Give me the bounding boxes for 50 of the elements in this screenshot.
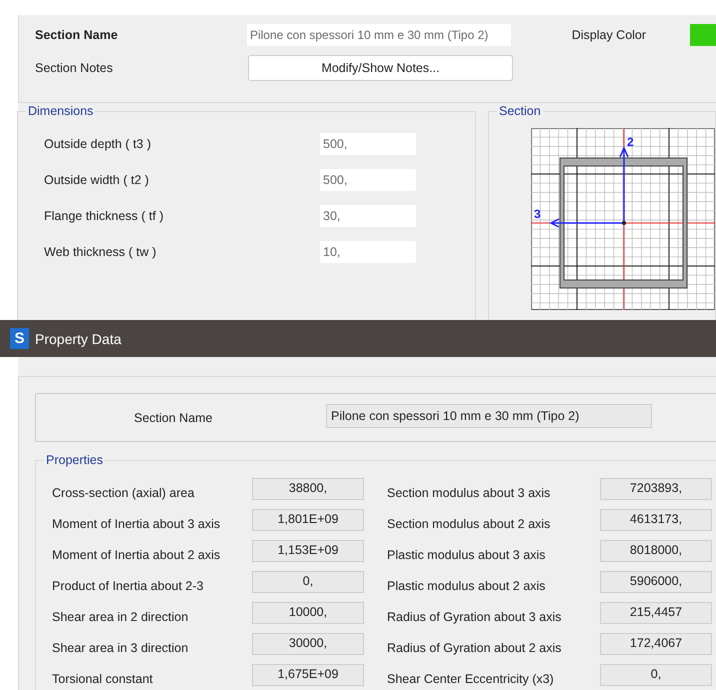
group-title: Properties — [44, 453, 105, 467]
property-value: 5906000, — [600, 570, 712, 592]
property-value: 172,4067 — [600, 632, 712, 654]
dimension-field[interactable]: 30, — [320, 205, 416, 227]
property-value: 8018000, — [600, 540, 712, 562]
property-label: Cross-section (axial) area — [52, 484, 196, 500]
notes-button[interactable]: Modify/Show Notes... — [248, 55, 513, 81]
section-drawing: 2 3 — [531, 128, 715, 310]
dimension-field[interactable]: 500, — [320, 169, 416, 191]
window-title: Property Data — [35, 330, 122, 346]
section-name-label: Section Name — [134, 410, 214, 424]
property-value: 215,4457 — [600, 602, 712, 624]
dimension-label: Outside width ( t2 ) — [44, 173, 150, 187]
display-color-label: Display Color — [572, 28, 648, 42]
property-label: Moment of Inertia about 3 axis — [52, 516, 222, 530]
section-name-field[interactable]: Pilone con spessori 10 mm e 30 mm (Tipo 2) — [246, 24, 511, 46]
group-title: Section — [497, 104, 543, 118]
property-label: Product of Inertia about 2-3 — [52, 578, 204, 592]
dimension-label: Web thickness ( tw ) — [44, 245, 158, 259]
group-title: Dimensions — [26, 104, 96, 118]
property-value: 30000, — [252, 632, 364, 654]
dimension-field[interactable]: 10, — [320, 241, 416, 263]
property-value: 0, — [252, 570, 364, 592]
section-name-label: Section Name — [35, 28, 119, 42]
property-value: 1,153E+09 — [252, 540, 364, 562]
property-label: Section modulus about 3 axis — [386, 484, 552, 500]
property-label: Shear Center Eccentricity (x3) — [386, 670, 555, 686]
property-label: Shear area in 3 direction — [52, 640, 190, 654]
property-label: Plastic modulus about 3 axis — [386, 546, 546, 562]
app-icon: S — [10, 328, 29, 349]
property-value: 10000, — [252, 602, 364, 624]
property-label: Section modulus about 2 axis — [386, 516, 552, 530]
section-name-field[interactable]: Pilone con spessori 10 mm e 30 mm (Tipo 2) — [326, 404, 652, 428]
dimension-label: Flange thickness ( tf ) — [44, 209, 164, 223]
property-value: 38800, — [252, 478, 364, 500]
property-label: Radius of Gyration about 2 axis — [386, 640, 562, 654]
dimension-field[interactable]: 500, — [320, 133, 416, 155]
property-value: 4613173, — [600, 508, 712, 530]
property-value: 7203893, — [600, 478, 712, 500]
property-label: Torsional constant — [52, 670, 154, 686]
dimension-label: Outside depth ( t3 ) — [44, 137, 152, 151]
property-label: Plastic modulus about 2 axis — [386, 578, 546, 592]
property-label: Shear area in 2 direction — [52, 608, 190, 624]
property-label: Moment of Inertia about 2 axis — [52, 546, 222, 562]
section-notes-label: Section Notes — [35, 61, 114, 75]
property-label: Radius of Gyration about 3 axis — [386, 608, 562, 624]
property-value: 1,675E+09 — [252, 664, 364, 686]
color-swatch[interactable] — [690, 24, 716, 46]
property-value: 0, — [600, 664, 712, 686]
property-value: 1,801E+09 — [252, 508, 364, 530]
